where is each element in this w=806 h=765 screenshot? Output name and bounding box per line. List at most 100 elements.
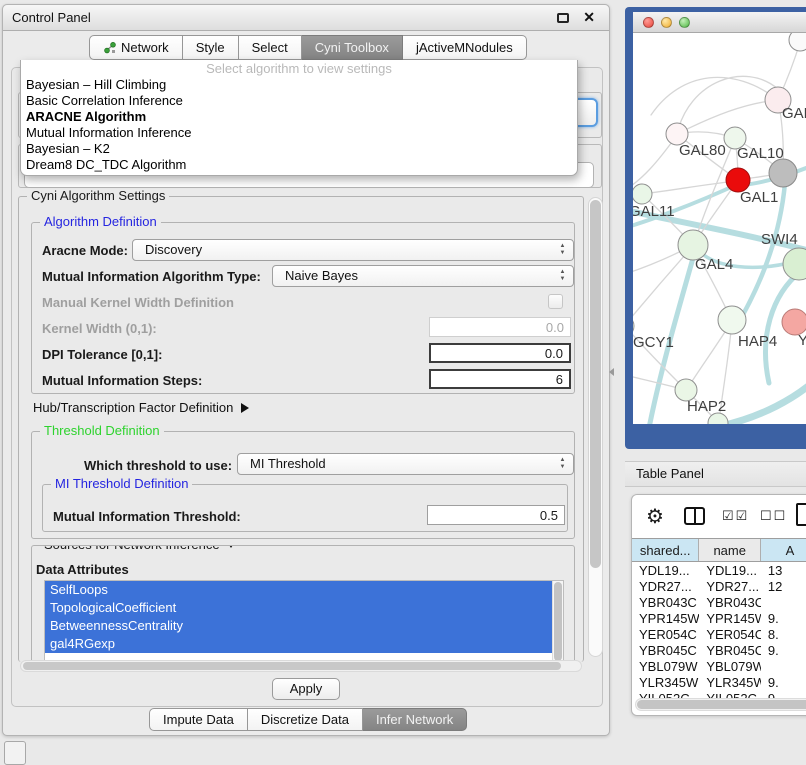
table-cell[interactable]: YBR045C	[632, 643, 699, 659]
columns-icon[interactable]	[684, 507, 705, 525]
tab-label: Style	[196, 40, 225, 55]
zoom-traffic-light-icon[interactable]	[679, 17, 690, 28]
network-canvas[interactable]: GALGAL80GAL10GAL1GAL11SWI4GAL4GCY1HAP4YH…	[633, 33, 806, 424]
settings-vertical-scrollbar[interactable]	[588, 197, 603, 657]
table-cell[interactable]: 12	[761, 579, 806, 595]
close-icon[interactable]: ✕	[583, 9, 595, 26]
tab-impute-data[interactable]: Impute Data	[149, 708, 248, 731]
attribute-list-item[interactable]: TopologicalCoefficient	[45, 599, 552, 617]
table-horizontal-scrollbar[interactable]	[635, 698, 806, 711]
table-cell[interactable]	[761, 659, 806, 675]
table-column-header[interactable]: shared...	[632, 539, 699, 561]
settings-vscroll-thumb[interactable]	[590, 200, 601, 568]
network-node-label: GAL4	[695, 256, 733, 273]
tab-cyni-toolbox[interactable]: Cyni Toolbox	[302, 35, 403, 60]
select-all-rows-icon[interactable]: ☑☑	[722, 508, 749, 524]
table-cell[interactable]: 8.	[761, 627, 806, 643]
dpi-tolerance-input[interactable]: 0.0	[429, 343, 571, 363]
network-node-label: HAP4	[738, 333, 777, 350]
tab-infer-network[interactable]: Infer Network	[363, 708, 467, 731]
algorithm-option[interactable]: Basic Correlation Inference	[21, 93, 577, 109]
table-cell[interactable]: 13	[761, 563, 806, 579]
collapsed-panel-icon[interactable]	[4, 741, 26, 765]
list-scrollbar-thumb[interactable]	[554, 582, 562, 661]
table-cell[interactable]: 9.	[761, 675, 806, 691]
algorithm-option[interactable]: Mutual Information Inference	[21, 125, 577, 141]
deselect-all-rows-icon[interactable]: ☐☐	[760, 508, 787, 524]
table-cell[interactable]: YBR043C	[699, 595, 761, 611]
table-cell[interactable]: YBR043C	[632, 595, 699, 611]
apply-button[interactable]: Apply	[272, 678, 340, 700]
algorithm-option[interactable]: Bayesian – K2	[21, 141, 577, 157]
table-row[interactable]: YLR345WYLR345W9.	[632, 675, 806, 691]
table-cell[interactable]: YBR045C	[699, 643, 761, 659]
expand-arrow-icon[interactable]	[241, 403, 249, 413]
threshold-definition-title: Threshold Definition	[40, 423, 164, 438]
table-cell[interactable]: YLR345W	[632, 675, 699, 691]
float-window-icon[interactable]	[557, 13, 569, 23]
network-node[interactable]	[769, 159, 797, 187]
algorithm-option[interactable]: Bayesian – Hill Climbing	[21, 77, 577, 93]
kernel-width-input[interactable]: 0.0	[429, 317, 571, 337]
network-node[interactable]	[789, 33, 806, 51]
export-table-icon[interactable]	[796, 503, 806, 526]
table-cell[interactable]: YER054C	[699, 627, 761, 643]
table-column-header[interactable]: name	[699, 539, 761, 561]
list-scrollbar[interactable]	[552, 581, 563, 663]
tab-jactivemnodules[interactable]: jActiveMNodules	[403, 35, 527, 60]
sources-toggle[interactable]: Sources for Network Inference	[40, 545, 240, 552]
tab-discretize-data[interactable]: Discretize Data	[248, 708, 363, 731]
network-node-label: GCY1	[633, 334, 674, 351]
tab-style[interactable]: Style	[183, 35, 239, 60]
network-node-gal11[interactable]	[633, 184, 652, 204]
table-cell[interactable]: YDR27...	[632, 579, 699, 595]
table-cell[interactable]: YDL19...	[699, 563, 761, 579]
table-cell[interactable]: YBL079W	[632, 659, 699, 675]
table-cell[interactable]: YER054C	[632, 627, 699, 643]
table-row[interactable]: YPR145WYPR145W9.	[632, 611, 806, 627]
table-row[interactable]: YBR045CYBR045C9.	[632, 643, 806, 659]
attribute-list-item[interactable]: BetweennessCentrality	[45, 617, 552, 635]
settings-horizontal-scrollbar[interactable]	[20, 660, 582, 672]
table-row[interactable]: YBL079WYBL079W	[632, 659, 806, 675]
close-traffic-light-icon[interactable]	[643, 17, 654, 28]
table-row[interactable]: YDL19...YDL19...13	[632, 563, 806, 579]
collapse-arrow-icon[interactable]	[226, 545, 236, 548]
settings-hscroll-thumb[interactable]	[23, 662, 561, 670]
table-cell[interactable]	[761, 595, 806, 611]
table-cell[interactable]: 9.	[761, 643, 806, 659]
table-row[interactable]: YER054CYER054C8.	[632, 627, 806, 643]
which-threshold-select[interactable]: MI Threshold ▲▼	[237, 453, 574, 475]
table-hscroll-thumb[interactable]	[637, 700, 806, 709]
aracne-mode-select[interactable]: Discovery ▲▼	[132, 239, 574, 261]
gear-icon[interactable]: ⚙	[646, 504, 664, 529]
minimize-traffic-light-icon[interactable]	[661, 17, 672, 28]
mi-threshold-input[interactable]: 0.5	[427, 505, 565, 525]
data-attributes-list[interactable]: SelfLoopsTopologicalCoefficientBetweenne…	[44, 580, 564, 663]
table-row[interactable]: YDR27...YDR27...12	[632, 579, 806, 595]
mi-algorithm-type-select[interactable]: Naive Bayes ▲▼	[272, 265, 574, 287]
panel-splitter-arrow[interactable]	[609, 368, 614, 376]
algorithm-option[interactable]: Dream8 DC_TDC Algorithm	[21, 157, 577, 173]
tab-network[interactable]: Network	[89, 35, 183, 60]
table-cell[interactable]: YLR345W	[699, 675, 761, 691]
tab-select[interactable]: Select	[239, 35, 302, 60]
table-cell[interactable]: 9.	[761, 611, 806, 627]
network-window-titlebar[interactable]	[633, 12, 806, 33]
mi-steps-input[interactable]: 6	[429, 369, 571, 389]
table-row[interactable]: YBR043CYBR043C	[632, 595, 806, 611]
network-node-hap4[interactable]	[718, 306, 746, 334]
network-node-swi4[interactable]	[783, 248, 806, 280]
attribute-list-item[interactable]: gal4RGexp	[45, 635, 552, 653]
table-cell[interactable]: YPR145W	[632, 611, 699, 627]
table-cell[interactable]: YPR145W	[699, 611, 761, 627]
table-cell[interactable]: YBL079W	[699, 659, 761, 675]
algorithm-option[interactable]: ARACNE Algorithm	[21, 109, 577, 125]
manual-kernel-checkbox[interactable]	[548, 294, 563, 309]
hub-definition-toggle[interactable]: Hub/Transcription Factor Definition	[33, 400, 249, 415]
bottom-tabbar: Impute DataDiscretize DataInfer Network	[149, 708, 467, 731]
table-cell[interactable]: YDR27...	[699, 579, 761, 595]
table-column-header[interactable]: A	[761, 539, 806, 561]
table-cell[interactable]: YDL19...	[632, 563, 699, 579]
attribute-list-item[interactable]: SelfLoops	[45, 581, 552, 599]
